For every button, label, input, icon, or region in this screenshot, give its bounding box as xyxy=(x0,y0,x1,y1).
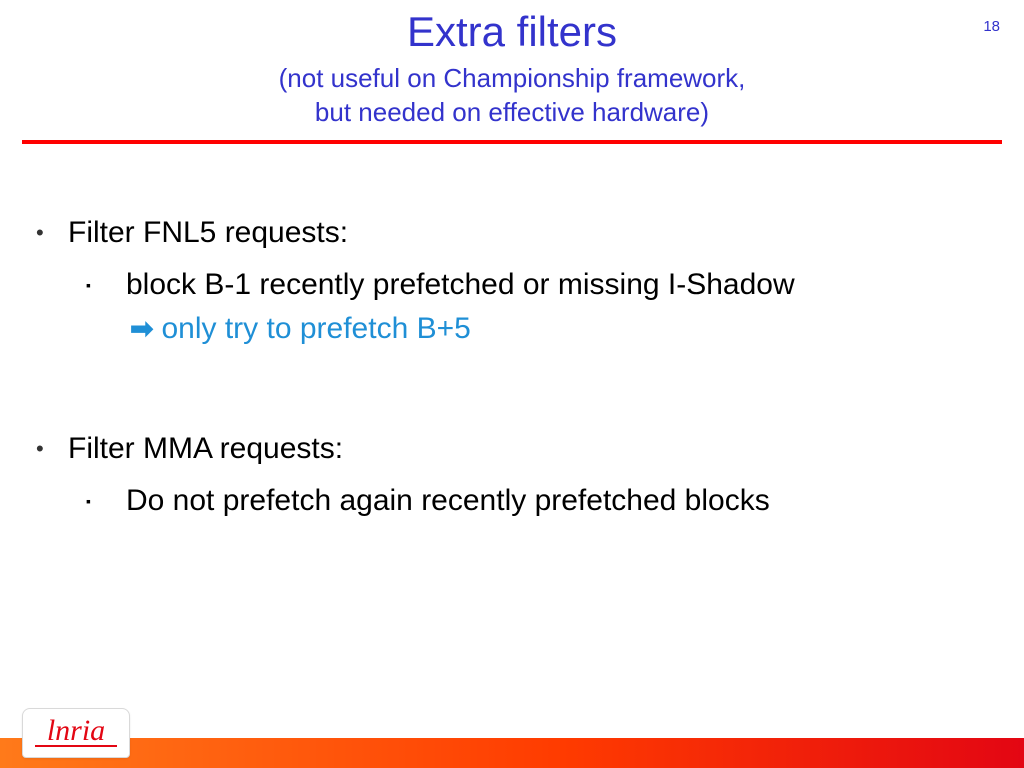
bullet-text: Do not prefetch again recently prefetche… xyxy=(126,482,770,520)
arrow-text: only try to prefetch B+5 xyxy=(161,312,470,346)
footer: lnria xyxy=(0,712,1024,768)
subtitle-line-2: but needed on effective hardware) xyxy=(315,97,709,127)
bullet-level2: ▪ block B-1 recently prefetched or missi… xyxy=(30,266,1014,304)
slide-subtitle: (not useful on Championship framework, b… xyxy=(0,62,1024,130)
bullet-dot-icon: • xyxy=(30,214,68,252)
bullet-text: Filter MMA requests: xyxy=(68,430,343,468)
subtitle-line-1: (not useful on Championship framework, xyxy=(279,63,746,93)
header: Extra filters (not useful on Championshi… xyxy=(0,0,1024,130)
bullet-square-icon: ▪ xyxy=(80,482,126,520)
logo-text: lnria xyxy=(47,714,105,748)
bullet-text: Filter FNL5 requests: xyxy=(68,214,348,252)
arrow-right-icon: ➡ xyxy=(130,312,153,345)
arrow-line: ➡ only try to prefetch B+5 xyxy=(30,312,1014,346)
bullet-square-icon: ▪ xyxy=(80,266,126,304)
bullet-text: block B-1 recently prefetched or missing… xyxy=(126,266,795,304)
bullet-level1: • Filter MMA requests: xyxy=(30,430,1014,468)
page-number: 18 xyxy=(983,18,1000,35)
slide-title: Extra filters xyxy=(0,8,1024,56)
footer-bar xyxy=(0,738,1024,768)
bullet-level2: ▪ Do not prefetch again recently prefetc… xyxy=(30,482,1014,520)
logo: lnria xyxy=(22,708,130,758)
bullet-level1: • Filter FNL5 requests: xyxy=(30,214,1014,252)
content: • Filter FNL5 requests: ▪ block B-1 rece… xyxy=(0,144,1024,520)
logo-underline xyxy=(35,745,117,747)
bullet-dot-icon: • xyxy=(30,430,68,468)
slide: 18 Extra filters (not useful on Champion… xyxy=(0,0,1024,768)
